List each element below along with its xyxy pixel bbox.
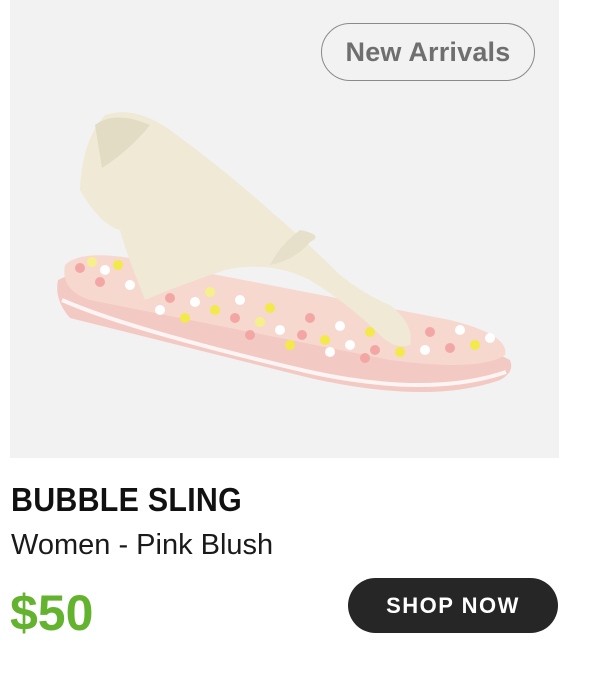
product-title: BUBBLE SLING bbox=[11, 481, 243, 518]
product-image-panel[interactable]: New Arrivals bbox=[10, 0, 559, 458]
shop-now-button[interactable]: SHOP NOW bbox=[348, 578, 558, 633]
product-price: $50 bbox=[10, 585, 94, 641]
product-variant: Women - Pink Blush bbox=[11, 529, 274, 561]
product-card[interactable]: New Arrivals BUBBLE SLING Women - Pink B… bbox=[0, 0, 600, 684]
new-arrivals-badge[interactable]: New Arrivals bbox=[321, 23, 535, 81]
